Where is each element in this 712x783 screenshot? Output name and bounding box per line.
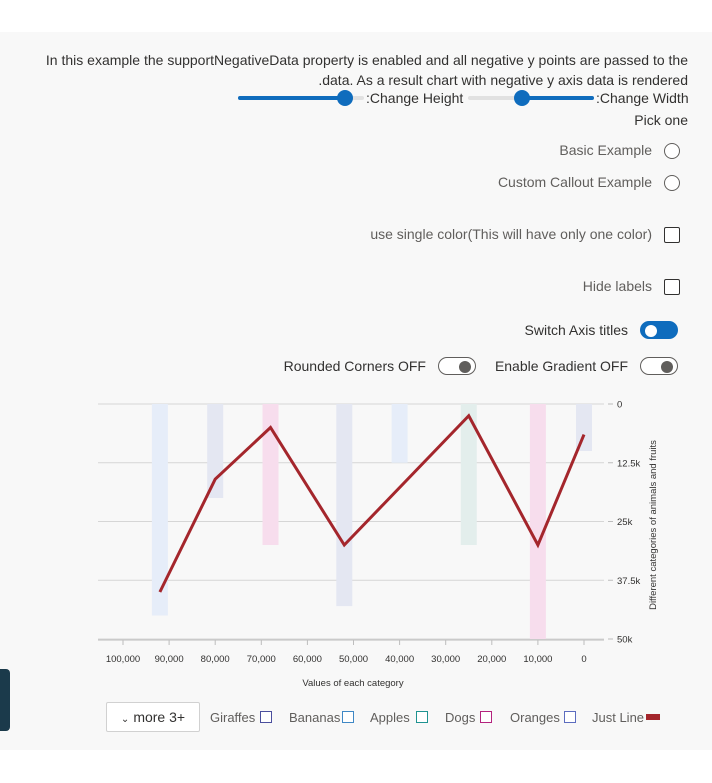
y-tick-label: 25k [617, 517, 633, 528]
legend-item-label[interactable]: Oranges [510, 710, 560, 725]
x-tick-label: 60,000 [293, 654, 322, 665]
legend-swatch[interactable] [416, 711, 428, 723]
x-tick-label: 70,000 [247, 654, 276, 665]
legend-item-label[interactable]: Just Line [592, 710, 644, 725]
bar[interactable] [207, 404, 224, 498]
y-axis-ticks: 0 12.5k 25k 37.5k 50k [608, 400, 640, 646]
legend-overflow-button[interactable]: ⌄ more 3+ [106, 702, 200, 732]
more-label: more 3+ [133, 709, 186, 725]
y-axis-title: Different categories of animals and frui… [648, 440, 659, 610]
y-tick-label: 0 [617, 400, 622, 411]
y-tick-label: 37.5k [617, 576, 640, 587]
x-tick-label: 0 [581, 654, 586, 665]
bar[interactable] [576, 404, 592, 451]
legend-item-label[interactable]: Apples [370, 710, 410, 725]
legend-swatch[interactable] [342, 711, 354, 723]
x-tick-label: 50,000 [339, 654, 368, 665]
x-tick-label: 100,000 [106, 654, 140, 665]
x-tick-label: 10,000 [523, 654, 552, 665]
vertical-bar-chart: 100,000 90,000 80,000 70,000 60,000 50,000 40,… [98, 400, 659, 689]
x-tick-label: 80,000 [201, 654, 230, 665]
chevron-down-icon: ⌄ [120, 714, 130, 725]
legend-item-label[interactable]: Dogs [445, 710, 475, 725]
legend-item-label[interactable]: Giraffes [210, 710, 255, 725]
side-tab[interactable] [0, 669, 10, 731]
x-axis-ticks: 100,000 90,000 80,000 70,000 60,000 50,000 40,… [98, 639, 604, 665]
legend-swatch[interactable] [646, 714, 660, 720]
bar[interactable] [529, 404, 546, 639]
x-tick-label: 20,000 [477, 654, 506, 665]
x-tick-label: 40,000 [385, 654, 414, 665]
y-tick-label: 12.5k [617, 458, 640, 469]
bar[interactable] [391, 404, 408, 463]
x-tick-label: 90,000 [155, 654, 184, 665]
y-tick-label: 50k [617, 635, 633, 646]
line-series-path[interactable] [158, 413, 586, 593]
legend-swatch[interactable] [564, 711, 576, 723]
bar[interactable] [336, 404, 353, 607]
bar[interactable] [262, 404, 279, 545]
legend-item-label[interactable]: Bananas [289, 710, 340, 725]
legend-swatch[interactable] [480, 711, 492, 723]
legend-swatch[interactable] [260, 711, 272, 723]
line-series [158, 413, 586, 593]
x-axis-title: Values of each category [302, 678, 403, 689]
x-tick-label: 30,000 [431, 654, 460, 665]
